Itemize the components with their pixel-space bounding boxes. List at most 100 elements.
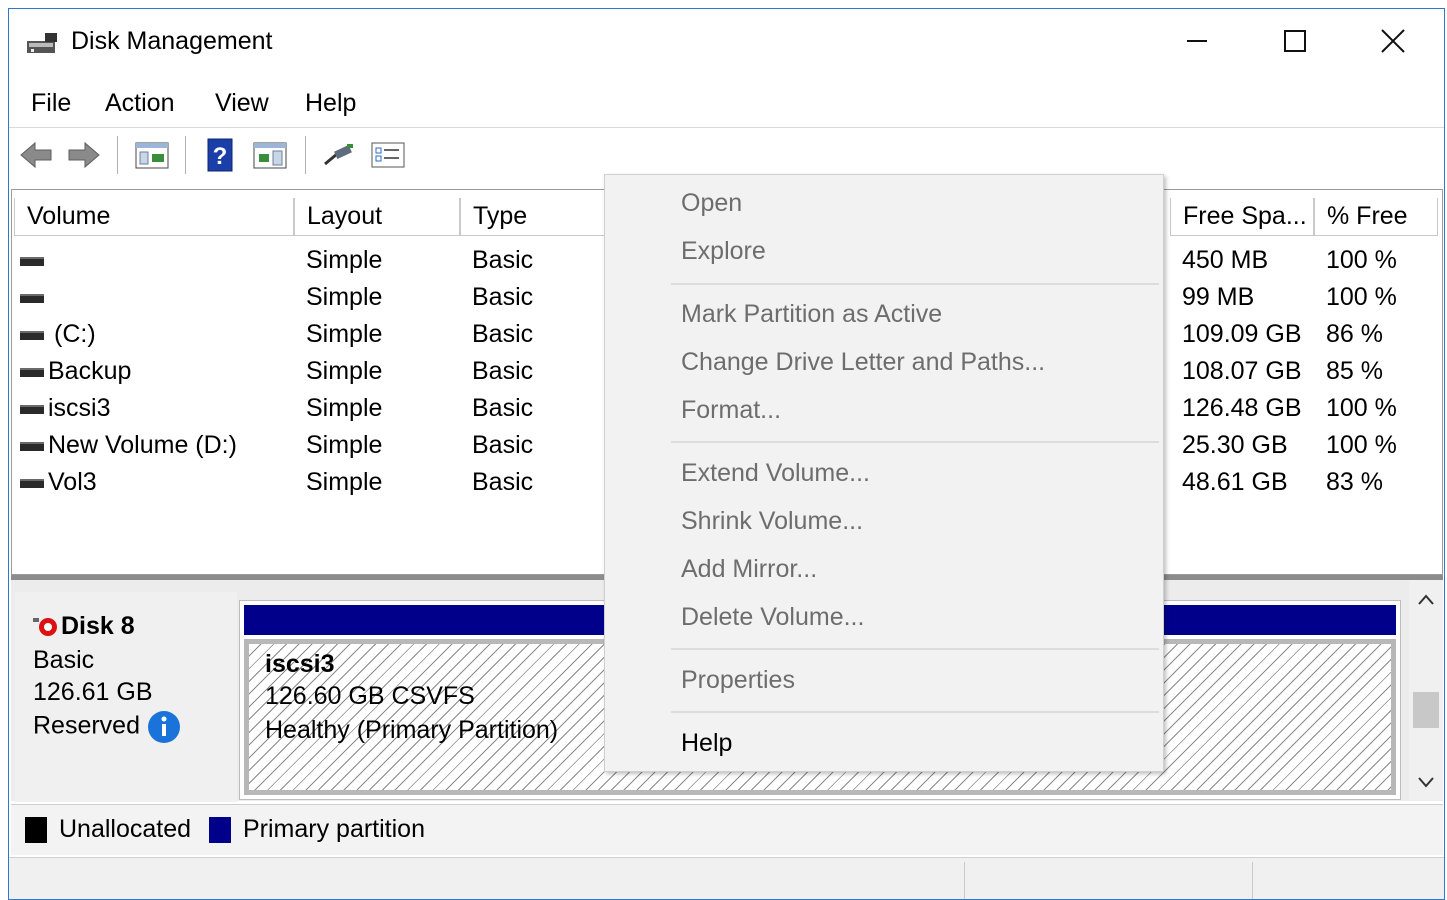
type-cell: Basic xyxy=(472,357,534,385)
menu-separator xyxy=(671,283,1159,285)
free-space-cell: 108.07 GB xyxy=(1182,357,1302,385)
scroll-down-icon[interactable] xyxy=(1409,768,1443,798)
drive-icon xyxy=(20,367,44,377)
layout-cell: Simple xyxy=(306,246,383,274)
legend-unallocated: Unallocated xyxy=(59,815,192,843)
layout-cell: Simple xyxy=(306,283,383,311)
volume-cell xyxy=(20,246,54,275)
drive-icon xyxy=(20,330,44,340)
vertical-scrollbar[interactable] xyxy=(1409,580,1443,800)
toolbar-separator xyxy=(117,136,118,174)
free-space-cell: 99 MB xyxy=(1182,283,1255,311)
volume-name: (C:) xyxy=(54,320,96,348)
status-bar xyxy=(9,857,1444,899)
maximize-button[interactable] xyxy=(1255,17,1335,65)
svg-text:?: ? xyxy=(213,143,228,170)
connect-plug-icon xyxy=(324,144,353,166)
connect-button[interactable] xyxy=(319,138,357,172)
toolbar-separator xyxy=(305,136,306,174)
pct-free-cell: 83 % xyxy=(1326,468,1383,496)
menu-separator xyxy=(671,711,1159,713)
menu-item-change-drive-letter[interactable]: Change Drive Letter and Paths... xyxy=(681,348,1045,377)
menu-bar: File Action View Help xyxy=(9,77,1444,121)
free-space-cell: 450 MB xyxy=(1182,246,1269,274)
minimize-button[interactable] xyxy=(1157,17,1237,65)
status-separator xyxy=(1252,862,1253,899)
type-cell: Basic xyxy=(472,394,534,422)
column-header-volume[interactable]: Volume xyxy=(14,198,294,236)
disk-label[interactable]: Disk 8 Basic 126.61 GB Reserved xyxy=(15,592,237,802)
type-cell: Basic xyxy=(472,320,534,348)
type-cell: Basic xyxy=(472,468,534,496)
back-button[interactable] xyxy=(17,138,55,172)
drive-icon xyxy=(20,404,44,414)
type-cell: Basic xyxy=(472,283,534,311)
properties-button[interactable] xyxy=(369,138,407,172)
layout-cell: Simple xyxy=(306,320,383,348)
column-header-pct-free[interactable]: % Free xyxy=(1314,198,1438,236)
help-book-icon: ? xyxy=(207,138,233,172)
menu-item-open[interactable]: Open xyxy=(681,189,742,218)
menu-action[interactable]: Action xyxy=(105,89,174,118)
volume-name: iscsi3 xyxy=(48,394,111,422)
menu-file[interactable]: File xyxy=(31,89,71,118)
window-title: Disk Management xyxy=(71,27,273,55)
partition-name: iscsi3 xyxy=(265,650,335,678)
volume-name: New Volume (D:) xyxy=(48,431,237,459)
pct-free-cell: 86 % xyxy=(1326,320,1383,348)
close-button[interactable] xyxy=(1353,17,1433,65)
pct-free-cell: 100 % xyxy=(1326,246,1397,274)
scrollbar-thumb[interactable] xyxy=(1413,692,1439,728)
menu-item-delete-volume[interactable]: Delete Volume... xyxy=(681,603,864,632)
unallocated-swatch xyxy=(25,817,47,843)
drive-icon xyxy=(20,478,44,488)
menu-item-shrink-volume[interactable]: Shrink Volume... xyxy=(681,507,863,536)
primary-partition-swatch xyxy=(209,817,231,843)
minimize-icon xyxy=(1187,40,1207,42)
layout-cell: Simple xyxy=(306,431,383,459)
layout-cell: Simple xyxy=(306,357,383,385)
volume-cell: Backup xyxy=(20,357,131,386)
free-space-cell: 48.61 GB xyxy=(1182,468,1288,496)
console-tree-icon xyxy=(135,142,169,169)
pct-free-cell: 100 % xyxy=(1326,394,1397,422)
pct-free-cell: 85 % xyxy=(1326,357,1383,385)
menu-item-format[interactable]: Format... xyxy=(681,396,781,425)
disk-name-label: Disk 8 xyxy=(33,612,135,641)
disk-size: 126.61 GB xyxy=(33,678,153,706)
menu-view[interactable]: View xyxy=(215,89,269,118)
column-header-type[interactable]: Type xyxy=(460,198,610,236)
show-hide-action-pane-button[interactable] xyxy=(251,138,289,172)
volume-name: Backup xyxy=(48,357,132,385)
menu-help[interactable]: Help xyxy=(305,89,356,118)
type-cell: Basic xyxy=(472,431,534,459)
volume-cell: (C:) xyxy=(20,320,96,349)
column-header-free-space[interactable]: Free Spa... xyxy=(1170,198,1314,236)
layout-cell: Simple xyxy=(306,394,383,422)
disk-type: Basic xyxy=(33,646,95,674)
show-hide-console-tree-button[interactable] xyxy=(133,138,171,172)
disk-status-text: Reserved xyxy=(33,711,140,740)
info-icon[interactable] xyxy=(147,710,181,744)
scroll-up-icon[interactable] xyxy=(1409,584,1443,614)
status-separator xyxy=(964,862,965,899)
forward-button[interactable] xyxy=(65,138,103,172)
disk-error-icon xyxy=(33,618,57,637)
menu-item-properties[interactable]: Properties xyxy=(681,666,795,695)
menu-item-help[interactable]: Help xyxy=(681,729,732,758)
menu-item-mark-active[interactable]: Mark Partition as Active xyxy=(681,300,942,329)
back-arrow-icon xyxy=(20,141,52,169)
help-button[interactable]: ? xyxy=(201,138,239,172)
legend-primary-partition: Primary partition xyxy=(243,815,425,843)
volume-cell xyxy=(20,283,54,312)
context-menu: Open Explore Mark Partition as Active Ch… xyxy=(604,174,1164,772)
volume-cell: New Volume (D:) xyxy=(20,431,237,460)
close-icon xyxy=(1381,29,1405,53)
toolbar-separator xyxy=(185,136,186,174)
column-header-layout[interactable]: Layout xyxy=(294,198,460,236)
free-space-cell: 109.09 GB xyxy=(1182,320,1302,348)
menu-item-add-mirror[interactable]: Add Mirror... xyxy=(681,555,817,584)
menu-item-extend-volume[interactable]: Extend Volume... xyxy=(681,459,870,488)
menu-item-explore[interactable]: Explore xyxy=(681,237,766,266)
disk-name: Disk 8 xyxy=(61,612,135,640)
